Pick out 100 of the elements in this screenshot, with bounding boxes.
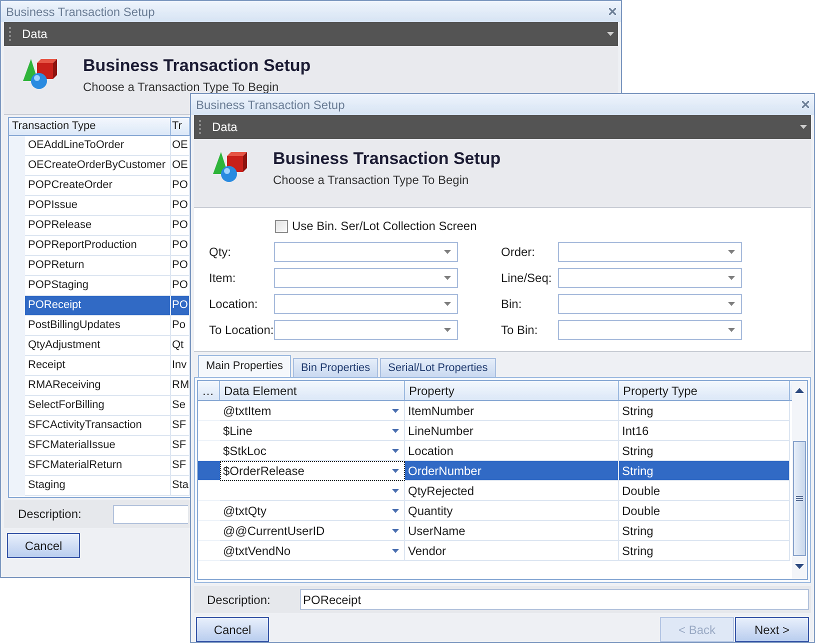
caret-icon <box>444 276 451 280</box>
table-cell[interactable]: String <box>619 521 790 541</box>
scrollbar-thumb[interactable] <box>793 441 806 556</box>
dropdown-field[interactable] <box>558 268 742 288</box>
column-header[interactable]: Property <box>405 381 619 400</box>
caret-icon <box>392 408 399 412</box>
cell-text: @@CurrentUserID <box>223 522 325 540</box>
caret-icon <box>392 508 399 512</box>
table-cell[interactable]: OEAddLineToOrder <box>25 136 171 156</box>
caret-icon <box>392 428 399 432</box>
table-cell[interactable]: Int16 <box>619 421 790 441</box>
dropdown-cell[interactable] <box>220 481 405 501</box>
dropdown-field[interactable] <box>274 242 458 262</box>
header-title: Business Transaction Setup <box>83 57 311 74</box>
field-label: Line/Seq: <box>501 270 553 287</box>
cell-text: $StkLoc <box>223 442 266 460</box>
description-field[interactable] <box>113 504 188 524</box>
table-cell[interactable]: POReceipt <box>25 296 171 316</box>
table-cell[interactable]: POPReturn <box>25 256 171 276</box>
caret-icon <box>728 276 735 280</box>
caret-icon <box>444 328 451 332</box>
caret-icon <box>444 302 451 306</box>
caret-icon <box>728 328 735 332</box>
table-cell[interactable]: Quantity <box>405 501 619 521</box>
table-cell[interactable]: String <box>619 401 790 421</box>
dropdown-cell[interactable]: @txtQty <box>220 501 405 521</box>
menu-item[interactable]: Data <box>212 118 238 136</box>
table-cell[interactable]: String <box>619 541 790 561</box>
field-label: Bin: <box>501 296 523 313</box>
dropdown-field[interactable] <box>274 320 458 340</box>
dropdown-cell[interactable]: $StkLoc <box>220 441 405 461</box>
column-header[interactable]: … <box>198 381 220 400</box>
table-cell[interactable]: Staging <box>25 476 171 496</box>
header-subtitle: Choose a Transaction Type To Begin <box>273 174 470 186</box>
field-label: Item: <box>209 270 237 287</box>
column-header[interactable]: Transaction Type <box>9 118 171 135</box>
table-cell[interactable]: SelectForBilling <box>25 396 171 416</box>
table-cell[interactable]: ItemNumber <box>405 401 619 421</box>
table-cell[interactable]: SFCMaterialIssue <box>25 436 171 456</box>
tab[interactable]: Main Properties <box>198 355 292 377</box>
scrollbar[interactable] <box>792 381 807 579</box>
dropdown-cell[interactable]: @txtItem <box>220 401 405 421</box>
table-cell[interactable]: RMAReceiving <box>25 376 171 396</box>
table-cell[interactable]: QtyAdjustment <box>25 336 171 356</box>
header-title: Business Transaction Setup <box>273 150 501 167</box>
shapes-icon <box>212 150 248 184</box>
table-cell[interactable]: SFCActivityTransaction <box>25 416 171 436</box>
dropdown-cell[interactable]: $Line <box>220 421 405 441</box>
table-cell[interactable]: OrderNumber <box>405 461 619 481</box>
cell-text: $OrderRelease <box>223 462 304 480</box>
field-label: Description: <box>18 506 82 523</box>
table-cell[interactable]: Receipt <box>25 356 171 376</box>
table-cell[interactable]: Double <box>619 501 790 521</box>
field-label: To Bin: <box>501 322 539 339</box>
dropdown-field[interactable] <box>558 242 742 262</box>
table-cell[interactable]: POPIssue <box>25 196 171 216</box>
menu-item[interactable]: Data <box>22 25 48 43</box>
button[interactable]: Next > <box>735 617 809 642</box>
caret-icon <box>392 548 399 552</box>
column-header[interactable]: Data Element <box>220 381 405 400</box>
table-cell[interactable]: SFCMaterialReturn <box>25 456 171 476</box>
button[interactable]: Cancel <box>196 617 269 642</box>
table-cell[interactable]: String <box>619 461 790 481</box>
table-cell[interactable]: UserName <box>405 521 619 541</box>
caret-icon <box>607 32 614 36</box>
checkbox[interactable] <box>275 220 288 232</box>
dropdown-field[interactable] <box>274 268 458 288</box>
table-cell[interactable]: POPReportProduction <box>25 236 171 256</box>
dropdown-cell[interactable]: $OrderRelease <box>220 461 405 481</box>
field-label: To Location: <box>209 322 274 339</box>
button[interactable]: Cancel <box>7 533 80 558</box>
caret-icon <box>800 125 807 129</box>
table-cell[interactable]: LineNumber <box>405 421 619 441</box>
table-cell[interactable]: POPRelease <box>25 216 171 236</box>
dropdown-cell[interactable]: @txtVendNo <box>220 541 405 561</box>
table-cell[interactable]: Double <box>619 481 790 501</box>
grip-icon <box>796 496 803 501</box>
column-header[interactable]: Property Type <box>619 381 790 400</box>
table-cell[interactable]: OECreateOrderByCustomer <box>25 156 171 176</box>
dropdown-field[interactable] <box>274 294 458 314</box>
table-cell[interactable]: PostBillingUpdates <box>25 316 171 336</box>
table-cell[interactable]: POPCreateOrder <box>25 176 171 196</box>
tab[interactable]: Serial/Lot Properties <box>380 358 496 377</box>
caret-icon <box>728 250 735 254</box>
tab[interactable]: Bin Properties <box>293 358 378 377</box>
table-cell[interactable]: QtyRejected <box>405 481 619 501</box>
close-icon <box>609 8 616 15</box>
row-indicator <box>9 476 25 496</box>
field-label: Description: <box>207 592 272 608</box>
caret-icon <box>444 250 451 254</box>
description-field[interactable]: POReceipt <box>300 589 809 610</box>
table-cell[interactable]: Vendor <box>405 541 619 561</box>
dropdown-field[interactable] <box>558 294 742 314</box>
window-title: Business Transaction Setup <box>6 4 155 20</box>
field-label: Location: <box>209 296 259 313</box>
cell-text: $Line <box>223 422 252 440</box>
caret-icon <box>728 302 735 306</box>
dropdown-cell[interactable]: @@CurrentUserID <box>220 521 405 541</box>
table-cell[interactable]: PO <box>171 296 190 316</box>
dropdown-field[interactable] <box>558 320 742 340</box>
